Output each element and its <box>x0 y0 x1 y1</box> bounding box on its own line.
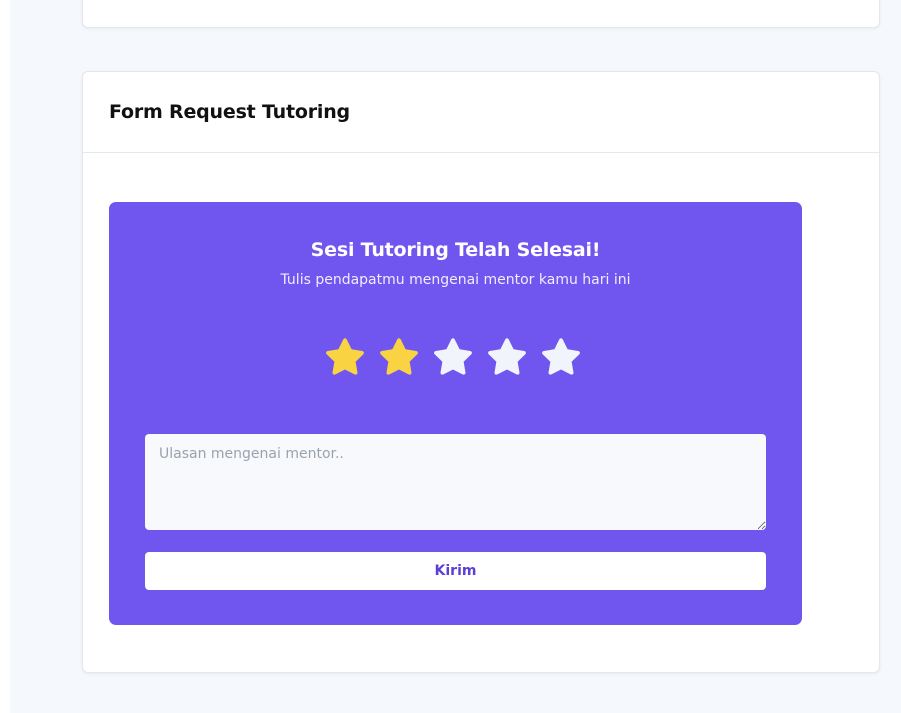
card-title: Form Request Tutoring <box>109 101 350 123</box>
review-heading: Sesi Tutoring Telah Selesai! <box>310 239 601 261</box>
review-textarea[interactable] <box>145 434 766 530</box>
review-subheading: Tulis pendapatmu mengenai mentor kamu ha… <box>280 272 631 288</box>
page-background: Form Request Tutoring Sesi Tutoring Tela… <box>10 0 901 713</box>
submit-button[interactable]: Kirim <box>145 552 766 590</box>
previous-card <box>82 0 880 28</box>
star-icon-4[interactable] <box>485 335 529 379</box>
star-rating <box>323 335 583 383</box>
star-icon-3[interactable] <box>431 335 475 379</box>
review-panel: Sesi Tutoring Telah Selesai! Tulis penda… <box>109 202 802 625</box>
star-icon-5[interactable] <box>539 335 583 379</box>
star-icon-2[interactable] <box>377 335 421 379</box>
star-icon-1[interactable] <box>323 335 367 379</box>
tutoring-request-card: Form Request Tutoring Sesi Tutoring Tela… <box>82 71 880 673</box>
card-header: Form Request Tutoring <box>83 72 879 153</box>
